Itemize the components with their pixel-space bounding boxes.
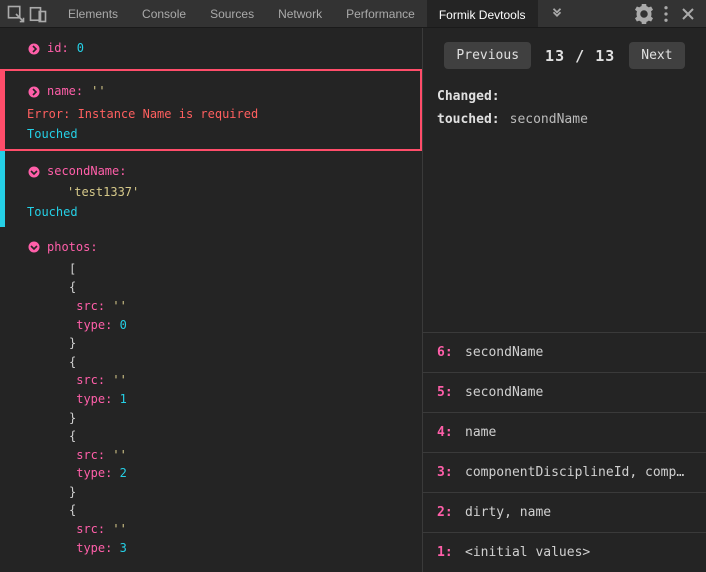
close-icon[interactable]: [678, 4, 698, 24]
tab-network[interactable]: Network: [266, 0, 334, 27]
next-button[interactable]: Next: [629, 42, 684, 69]
field-value: 'test1337': [67, 185, 139, 199]
chevron-right-icon[interactable]: [27, 85, 41, 99]
field-touched: Touched: [27, 205, 412, 219]
field-value: '': [91, 82, 105, 101]
field-touched: Touched: [27, 127, 410, 141]
changed-label: touched:: [437, 112, 500, 127]
changed-title: Changed:: [437, 89, 692, 104]
field-secondname[interactable]: secondName: 'test1337' Touched: [0, 151, 422, 226]
tab-console[interactable]: Console: [130, 0, 198, 27]
step-nav: Previous 13 / 13 Next: [423, 28, 706, 83]
tab-elements[interactable]: Elements: [56, 0, 130, 27]
step-counter: 13 / 13: [545, 47, 615, 65]
history-pane: Previous 13 / 13 Next Changed: touched: …: [422, 28, 706, 572]
tab-performance[interactable]: Performance: [334, 0, 427, 27]
history-item[interactable]: 3: componentDisciplineId, comp…: [423, 453, 706, 493]
field-name[interactable]: name: '' Error: Instance Name is require…: [0, 69, 422, 151]
changed-section: Changed: touched: secondName: [423, 83, 706, 133]
field-key: name:: [47, 82, 83, 101]
history-item[interactable]: 4: name: [423, 413, 706, 453]
tab-sources[interactable]: Sources: [198, 0, 266, 27]
history-list: 6: secondName 5: secondName 4: name 3: c…: [423, 332, 706, 572]
history-item[interactable]: 6: secondName: [423, 333, 706, 373]
previous-button[interactable]: Previous: [444, 42, 531, 69]
chevron-down-icon[interactable]: [27, 165, 41, 179]
history-item[interactable]: 5: secondName: [423, 373, 706, 413]
history-item[interactable]: 2: dirty, name: [423, 493, 706, 533]
tab-overflow[interactable]: [538, 0, 576, 27]
field-tree-pane: id: 0 name: '' Error: Instance Name is r…: [0, 28, 422, 572]
tab-formik-devtools[interactable]: Formik Devtools: [427, 0, 538, 27]
history-item[interactable]: 1: <initial values>: [423, 533, 706, 572]
gear-icon[interactable]: [634, 4, 654, 24]
devtools-tabbar: Elements Console Sources Network Perform…: [0, 0, 706, 28]
chevron-right-icon[interactable]: [27, 42, 41, 56]
field-photos[interactable]: photos: [ { src: '' type: 0 } { src: '' …: [0, 227, 422, 566]
kebab-icon[interactable]: [656, 4, 676, 24]
device-toggle-icon[interactable]: [28, 4, 48, 24]
tab-strip: Elements Console Sources Network Perform…: [56, 0, 576, 27]
photos-array: [ { src: '' type: 0 } { src: '' type: 1 …: [69, 260, 412, 558]
field-key: id:: [47, 39, 69, 58]
field-key: photos:: [47, 238, 98, 257]
inspect-icon[interactable]: [6, 4, 26, 24]
changed-value: secondName: [510, 112, 588, 127]
field-value: 0: [77, 39, 84, 58]
field-id[interactable]: id: 0: [0, 28, 422, 69]
chevron-down-icon[interactable]: [27, 240, 41, 254]
field-error: Error: Instance Name is required: [27, 107, 410, 121]
field-key: secondName:: [47, 162, 126, 181]
